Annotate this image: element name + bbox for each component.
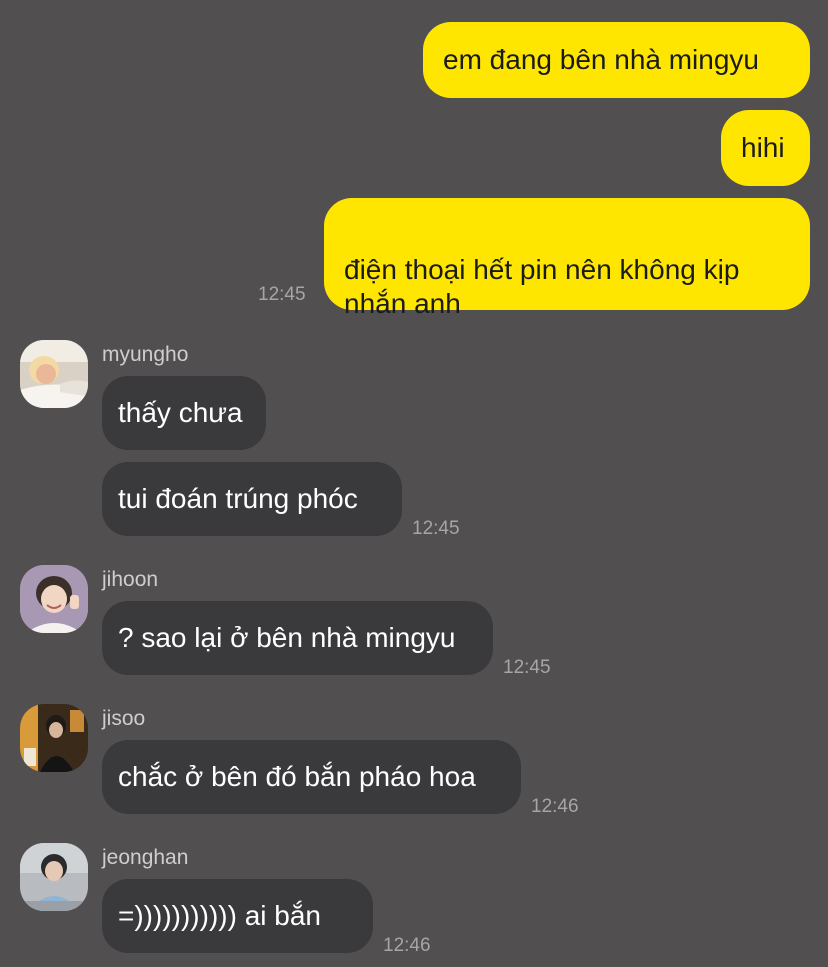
incoming-message-bubble[interactable]: thấy chưa bbox=[102, 376, 266, 450]
message-text: em đang bên nhà mingyu bbox=[443, 44, 759, 75]
message-text: tui đoán trúng phóc bbox=[118, 483, 358, 514]
message-text: điện thoại hết pin nên không kịp nhắn an… bbox=[344, 254, 740, 319]
incoming-message-bubble[interactable]: ? sao lại ở bên nhà mingyu bbox=[102, 601, 493, 675]
avatar-jeonghan[interactable] bbox=[20, 843, 88, 911]
message-text: chắc ở bên đó bắn pháo hoa bbox=[118, 761, 476, 792]
incoming-message-bubble[interactable]: tui đoán trúng phóc bbox=[102, 462, 402, 536]
message-timestamp: 12:46 bbox=[531, 796, 579, 817]
message-timestamp: 12:45 bbox=[412, 518, 460, 539]
sender-name: jihoon bbox=[102, 568, 159, 591]
message-text: thấy chưa bbox=[118, 397, 243, 428]
incoming-message-bubble[interactable]: =))))))))))) ai bắn bbox=[102, 879, 373, 953]
avatar-jisoo[interactable] bbox=[20, 704, 88, 772]
message-timestamp: 12:45 bbox=[258, 284, 306, 305]
person-smiling-avatar-icon bbox=[20, 565, 88, 633]
message-text: ? sao lại ở bên nhà mingyu bbox=[118, 622, 456, 653]
person-outdoors-avatar-icon bbox=[20, 843, 88, 911]
sender-name: jisoo bbox=[102, 707, 146, 730]
sender-name: jeonghan bbox=[102, 846, 189, 869]
avatar-jihoon[interactable] bbox=[20, 565, 88, 633]
incoming-message-bubble[interactable]: chắc ở bên đó bắn pháo hoa bbox=[102, 740, 521, 814]
outgoing-message-bubble[interactable]: hihi bbox=[721, 110, 810, 186]
message-timestamp: 12:46 bbox=[383, 935, 431, 956]
person-dark-room-avatar-icon bbox=[20, 704, 88, 772]
avatar-myungho[interactable] bbox=[20, 340, 88, 408]
outgoing-message-bubble[interactable]: điện thoại hết pin nên không kịp nhắn an… bbox=[324, 198, 810, 319]
message-timestamp: 12:45 bbox=[503, 657, 551, 678]
outgoing-message-bubble[interactable]: em đang bên nhà mingyu bbox=[423, 22, 810, 98]
sender-name: myungho bbox=[102, 343, 189, 366]
person-sleeping-avatar-icon bbox=[20, 340, 88, 408]
message-text: =))))))))))) ai bắn bbox=[118, 900, 321, 931]
message-text: hihi bbox=[741, 132, 785, 163]
